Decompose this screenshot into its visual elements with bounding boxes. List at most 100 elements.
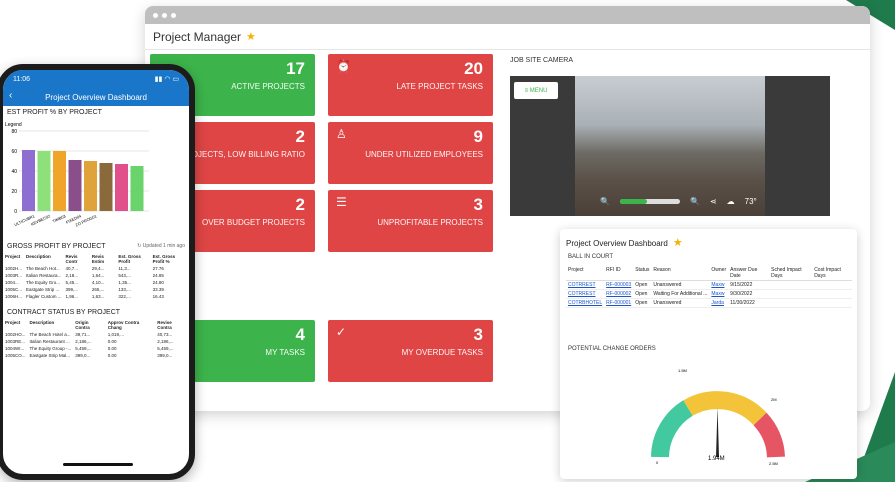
weather-icon: ☁ [726, 196, 735, 206]
gauge-segment-low [651, 400, 693, 458]
chart-bar[interactable] [130, 166, 144, 211]
camera-menu-button[interactable]: ≡ MENU [514, 82, 558, 99]
legend-label: Legend [5, 122, 22, 128]
column-header: Project [5, 254, 21, 259]
phone-mockup: 11:06 ▮▮ ◠ ▭ ‹ Project Overview Dashboar… [0, 64, 195, 480]
updated-label: Updated 1 min ago [142, 243, 185, 249]
chart-bar[interactable] [53, 151, 66, 211]
chart-bar[interactable] [37, 151, 51, 211]
table-cell: 1002H... [5, 266, 23, 271]
table-cell: Waiting For Additional ... [651, 289, 710, 299]
overview-panel: Project Overview Dashboard ★ BALL IN COUR… [560, 229, 857, 479]
table-cell: Eastgate Strip ... [26, 287, 60, 292]
table-cell: 1,96... [65, 294, 79, 299]
table-cell: 29,4... [91, 266, 105, 271]
table-cell: 1003R... [5, 273, 23, 278]
column-header: Description [29, 320, 55, 325]
row-link[interactable]: Maxw [711, 291, 724, 297]
updated-text: ↻ Updated 1 min ago [137, 243, 185, 250]
row-link[interactable]: RF-000001 [606, 300, 631, 306]
table-cell: Jarda [709, 298, 729, 308]
zoom-out-icon[interactable]: 🔍 [600, 197, 610, 206]
tile-value: 4 [295, 325, 305, 344]
zoom-in-icon[interactable]: 🔍 [690, 197, 700, 206]
table-row[interactable]: 1006H... Flagler Custom ... 1,96... 1,63...… [3, 293, 189, 300]
gauge-value: 1.94M [708, 456, 725, 462]
zoom-slider[interactable] [619, 198, 680, 204]
table-row[interactable]: 1003RE... Italian Restaurant ... 2,186,...… [3, 338, 189, 345]
row-link[interactable]: COTRREST [568, 291, 596, 297]
table-cell: Eastgate Strip Mal... [29, 353, 71, 358]
window-dot[interactable] [153, 12, 158, 18]
column-header: Owner [709, 266, 729, 281]
window-titlebar [145, 6, 870, 24]
table-cell: 1002HO... [5, 332, 26, 337]
table-row[interactable]: 1002HO... The Beach Hotel a... 39,71... 1,0… [3, 331, 189, 338]
row-link[interactable]: RF-000003 [606, 282, 631, 288]
kpi-tile[interactable]: ✓ 3 MY OVERDUE TASKS [328, 320, 493, 382]
row-link[interactable]: COTRREST [568, 282, 596, 288]
home-indicator[interactable] [63, 463, 133, 466]
favorite-star-icon[interactable]: ★ [673, 237, 683, 249]
refresh-icon[interactable]: ↻ [137, 243, 141, 249]
table-cell: 5,459,... [157, 346, 174, 351]
contract-status-table: Project Description Origin Contra Approv Co… [3, 319, 189, 359]
chart-bar[interactable] [115, 164, 128, 211]
back-chevron-icon[interactable]: ‹ [9, 90, 12, 101]
row-link[interactable]: Maxw [711, 282, 724, 288]
table-row[interactable]: 1004WI... The Equity Group -... 5,459,... 0… [3, 345, 189, 352]
table-cell: 24.80 [152, 280, 164, 285]
table-cell: 24.85 [152, 273, 164, 278]
table-cell: Maxw [709, 280, 729, 290]
table-row: COTRREST RF-000002 Open Waiting For Additio… [566, 289, 852, 299]
chart-bar[interactable] [84, 161, 97, 211]
table-cell: 399,0... [157, 353, 173, 358]
table-row[interactable]: 1003R... Italian Restaura... 2,18... 1,64..… [3, 272, 189, 279]
table-cell: 0.00 [107, 346, 117, 351]
column-header: Project [566, 266, 605, 281]
table-cell: 27.76 [152, 266, 164, 271]
table-row[interactable]: 1002H... The Beach Hot... 40,7... 29,4... 11… [3, 265, 189, 272]
share-icon[interactable]: ⋖ [710, 197, 717, 206]
table-cell: 543,... [118, 273, 131, 278]
column-header: Project [5, 320, 21, 325]
y-tick-label: 60 [11, 149, 17, 155]
kpi-tile[interactable]: ☰ 3 UNPROFITABLE PROJECTS [328, 190, 493, 252]
favorite-star-icon[interactable]: ★ [246, 30, 256, 43]
table-row[interactable]: 1005C... Eastgate Strip ... 399,... 265,...… [3, 286, 189, 293]
table-row[interactable]: 1004... The Equity Gro... 5,45... 4,10... 1,… [3, 279, 189, 286]
overview-title: Project Overview Dashboard ★ [566, 236, 683, 249]
table-cell: 11/30/2022 [728, 298, 770, 308]
table-cell: 1004... [5, 280, 19, 285]
table-row[interactable]: 1005CO... Eastgate Strip Mal... 399,0... 0.… [3, 352, 189, 359]
table-cell: 0.00 [107, 339, 117, 344]
column-header: Description [26, 254, 51, 259]
window-dot[interactable] [162, 12, 167, 18]
y-tick-label: 40 [11, 169, 17, 175]
column-header: Est. Gross Profit [118, 254, 141, 264]
table-row: COTRREST RF-000003 Open Unanswered Maxw 9/15/… [566, 280, 852, 290]
table-cell: COTRREST [566, 289, 605, 299]
table-cell: 1006H... [5, 294, 23, 299]
chart-bar[interactable] [99, 163, 113, 211]
potential-change-orders-title: POTENTIAL CHANGE ORDERS [568, 346, 656, 352]
chart-bar[interactable] [22, 150, 35, 211]
kpi-tile[interactable]: ⏰ 20 LATE PROJECT TASKS [328, 54, 493, 116]
table-cell: RF-000003 [604, 280, 634, 290]
column-header: Origin Contra [75, 320, 90, 330]
chart-bar[interactable] [68, 160, 82, 211]
table-cell: 133,... [118, 287, 131, 292]
row-link[interactable]: COTRBHOTEL [568, 300, 602, 306]
row-link[interactable]: RF-000002 [606, 291, 631, 297]
table-cell: 1005C... [5, 287, 23, 292]
rfi-table: Project RFI ID Status Reason Owner Answer Due… [566, 266, 852, 308]
table-cell: 1,019,... [107, 332, 125, 337]
table-cell: 0.00 [107, 353, 117, 358]
kpi-tile[interactable]: ♙ 9 UNDER UTILIZED EMPLOYEES [328, 122, 493, 184]
phone-time: 11:06 [13, 75, 30, 83]
column-header: Cost Impact Days [812, 266, 852, 281]
row-link[interactable]: Jarda [711, 300, 724, 306]
table-cell: 399,0... [75, 353, 91, 358]
column-header: Revis Contr [65, 254, 78, 264]
window-dot[interactable] [171, 12, 176, 18]
